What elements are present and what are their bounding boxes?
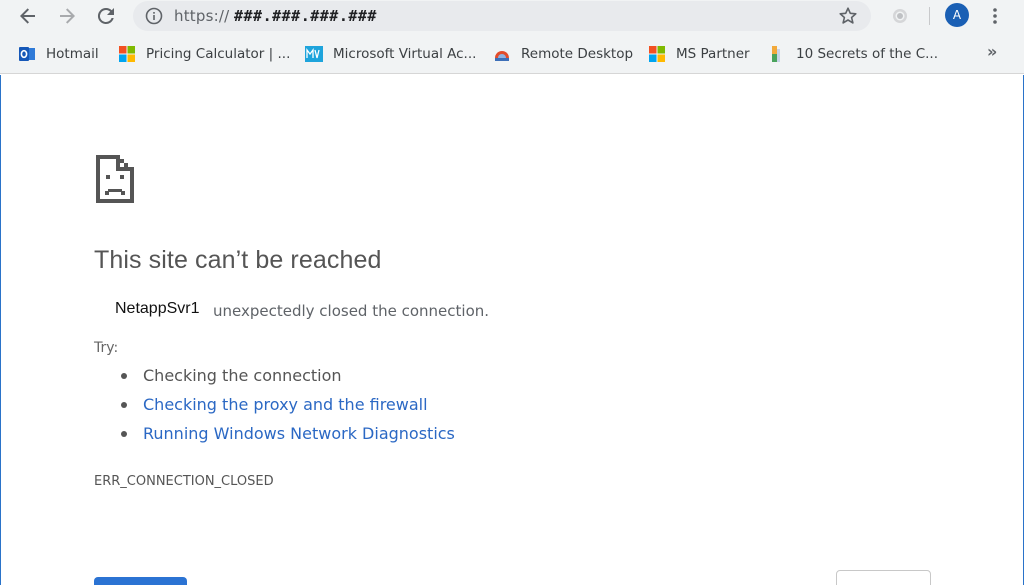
microsoft-icon (119, 46, 135, 62)
bookmark-10-secrets[interactable]: 10 Secrets of the C... (768, 44, 938, 64)
bookmark-label: MS Partner (676, 46, 750, 62)
bookmark-pricing-calculator[interactable]: Pricing Calculator | ... (118, 44, 290, 64)
back-arrow-icon (20, 8, 35, 24)
profile-avatar[interactable]: A (945, 3, 969, 27)
url-host: ###.###.###.### (234, 7, 377, 25)
suggestion-network-diagnostics-link[interactable]: Running Windows Network Diagnostics (121, 424, 455, 443)
extension-icon[interactable] (890, 6, 910, 26)
reload-icon (97, 7, 114, 24)
bookmark-page-icon (772, 46, 780, 62)
error-reason: unexpectedly closed the connection. (213, 302, 490, 320)
bookmark-star-icon[interactable] (838, 6, 858, 26)
bookmarks-bar: Hotmail Pricing Calculator | ... Microso… (0, 34, 1024, 74)
info-icon[interactable] (145, 7, 163, 25)
mva-icon (305, 46, 323, 62)
bookmark-label: Remote Desktop (521, 46, 634, 62)
bookmark-label: Pricing Calculator | ... (146, 46, 291, 62)
bullet (121, 372, 127, 379)
try-label: Try: (94, 340, 119, 356)
address-bar[interactable]: https:// ###.###.###.### (133, 1, 871, 31)
forward-button[interactable] (54, 4, 80, 28)
bookmark-label: 10 Secrets of the C... (796, 46, 938, 62)
bookmark-label: Microsoft Virtual Ac... (333, 46, 477, 62)
details-button[interactable] (836, 570, 931, 585)
suggestion-proxy-firewall-link[interactable]: Checking the proxy and the firewall (121, 395, 428, 414)
bullet (121, 401, 127, 408)
url-scheme: https:// (174, 7, 230, 25)
error-code: ERR_CONNECTION_CLOSED (94, 474, 274, 489)
reload-button[interactable] (93, 4, 119, 28)
suggestion-link-text[interactable]: Checking the proxy and the firewall (143, 395, 428, 414)
outlook-icon (19, 47, 35, 61)
menu-dots-icon[interactable] (985, 6, 1005, 26)
bookmark-ms-partner[interactable]: MS Partner (648, 44, 750, 64)
page-content (0, 75, 1024, 585)
bookmark-microsoft-virtual-academy[interactable]: Microsoft Virtual Ac... (305, 44, 476, 64)
bookmarks-overflow-button[interactable]: » (987, 42, 997, 61)
microsoft-icon (649, 46, 665, 62)
suggestion-link-text[interactable]: Running Windows Network Diagnostics (143, 424, 455, 443)
remote-desktop-icon (495, 51, 509, 61)
suggestion-text: Checking the connection (143, 366, 342, 385)
bookmark-label: Hotmail (46, 46, 99, 62)
forward-arrow-icon (60, 8, 75, 24)
bullet (121, 430, 127, 437)
suggestion-check-connection: Checking the connection (121, 366, 342, 385)
sad-page-icon (96, 155, 134, 203)
error-host: NetappSvr1 (115, 300, 200, 317)
error-title: This site can’t be reached (94, 246, 382, 274)
toolbar-divider (929, 7, 930, 25)
bookmark-remote-desktop[interactable]: Remote Desktop (493, 44, 633, 64)
back-button[interactable] (15, 4, 41, 28)
reload-page-button[interactable] (94, 577, 187, 585)
browser-toolbar: https:// ###.###.###.### A (0, 0, 1024, 34)
bookmark-hotmail[interactable]: Hotmail (18, 44, 99, 64)
